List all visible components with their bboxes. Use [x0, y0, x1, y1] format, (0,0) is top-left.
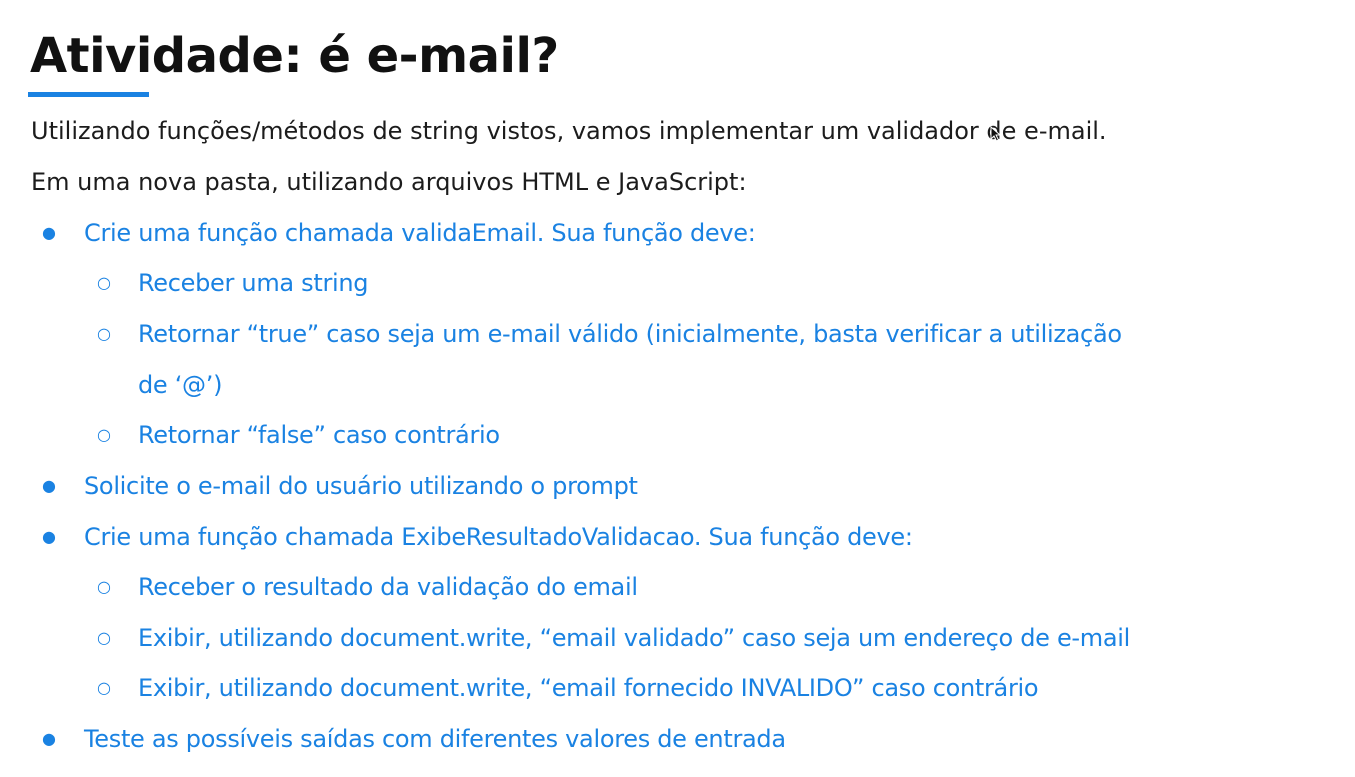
- hollow-circle-bullet-icon: ○: [97, 628, 111, 647]
- mouse-pointer-icon: [990, 126, 1002, 142]
- list-item: Retornar “true” caso seja um e-mail váli…: [138, 320, 1122, 348]
- intro-line-1: Utilizando funções/métodos de string vis…: [31, 117, 1107, 145]
- list-item: Exibir, utilizando document.write, “emai…: [138, 674, 1039, 702]
- list-item: Exibir, utilizando document.write, “emai…: [138, 624, 1131, 652]
- list-item: Receber uma string: [138, 269, 369, 297]
- slide-title: Atividade: é e-mail?: [30, 28, 559, 84]
- hollow-circle-bullet-icon: ○: [97, 273, 111, 292]
- hollow-circle-bullet-icon: ○: [97, 678, 111, 697]
- filled-circle-bullet-icon: ●: [42, 223, 56, 242]
- filled-circle-bullet-icon: ●: [42, 729, 56, 748]
- title-underline: [28, 92, 149, 97]
- list-item: Receber o resultado da validação do emai…: [138, 573, 638, 601]
- filled-circle-bullet-icon: ●: [42, 527, 56, 546]
- hollow-circle-bullet-icon: ○: [97, 324, 111, 343]
- list-item: Crie uma função chamada validaEmail. Sua…: [84, 219, 756, 247]
- hollow-circle-bullet-icon: ○: [97, 425, 111, 444]
- list-item: Retornar “false” caso contrário: [138, 421, 500, 449]
- list-item: Crie uma função chamada ExibeResultadoVa…: [84, 523, 913, 551]
- intro-line-2: Em uma nova pasta, utilizando arquivos H…: [31, 168, 747, 196]
- slide: Atividade: é e-mail? Utilizando funções/…: [0, 0, 1355, 777]
- hollow-circle-bullet-icon: ○: [97, 577, 111, 596]
- list-item: Teste as possíveis saídas com diferentes…: [84, 725, 786, 753]
- list-item: Solicite o e-mail do usuário utilizando …: [84, 472, 638, 500]
- filled-circle-bullet-icon: ●: [42, 476, 56, 495]
- list-item-continuation: de ‘@’): [138, 371, 223, 399]
